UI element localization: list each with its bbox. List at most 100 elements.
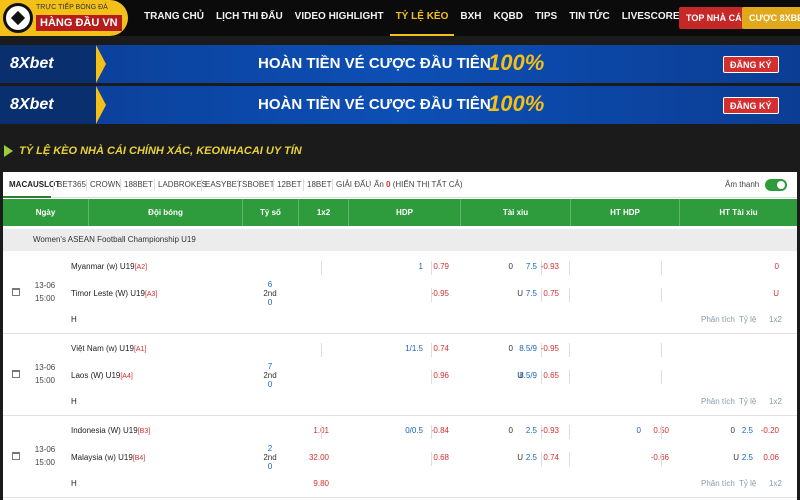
match-datetime: 13-06 15:00 (30, 443, 60, 469)
menu-item-results[interactable]: KQBD (488, 0, 529, 36)
register-button[interactable]: ĐĂNG KÝ (723, 97, 779, 114)
main-menu: TRANG CHỦ LỊCH THI ĐẤU VIDEO HIGHLIGHT T… (138, 0, 764, 36)
sound-toggle[interactable] (765, 179, 787, 191)
ht-ou-odds-under[interactable]: U (755, 289, 779, 298)
match-datetime: 13-06 15:00 (30, 361, 60, 387)
hdp-odds-away[interactable]: 0.96 (423, 371, 449, 380)
site-logo[interactable]: TRỰC TIẾP BÓNG ĐÁ HÀNG ĐẦU VN (0, 0, 128, 36)
match-time: 15:00 (34, 458, 56, 467)
menu-item-home[interactable]: TRANG CHỦ (138, 0, 210, 36)
ou-odds-under[interactable]: 0.65 (533, 371, 559, 380)
tab-18bet[interactable]: 18BET (307, 172, 331, 198)
logo-title: HÀNG ĐẦU VN (36, 15, 122, 31)
hdp-odds-home[interactable]: 0.74 (423, 344, 449, 353)
ou-odds-over[interactable]: -0.93 (533, 262, 559, 271)
ht-ou-odds-under[interactable]: 0.06 (755, 453, 779, 462)
odds-link[interactable]: Tỷ lệ (739, 315, 756, 324)
odds-2[interactable]: 32.00 (303, 453, 329, 462)
home-score: 6 (267, 280, 273, 289)
col-1x2: 1x2 (299, 199, 349, 226)
home-rank: [A2] (134, 264, 148, 271)
menu-item-tips[interactable]: TIPS (529, 0, 563, 36)
play-arrow-icon (4, 145, 13, 157)
ou-odds-over[interactable]: -0.93 (533, 426, 559, 435)
away-rank: [B4] (132, 455, 146, 462)
delete-icon[interactable] (12, 452, 20, 460)
away-team[interactable]: Laos (W) U19[A4] (71, 371, 133, 380)
promo-banner-2[interactable]: 8Xbet HOÀN TIỀN VÉ CƯỢC ĐẦU TIÊN 100% ĐĂ… (0, 86, 800, 124)
ou-odds-over[interactable]: -0.95 (533, 344, 559, 353)
page-heading: TỶ LỆ KÈO NHÀ CÁI CHÍNH XÁC, KEONHACAI U… (4, 142, 302, 160)
register-button[interactable]: ĐĂNG KÝ (723, 56, 779, 73)
top-bookmaker-button[interactable]: TOP NHÀ CÁI (679, 7, 752, 29)
hdp-odds-away[interactable]: 0.68 (423, 453, 449, 462)
match-datetime: 13-06 15:00 (30, 279, 60, 305)
match-period: 2nd (263, 371, 277, 380)
odds-link[interactable]: Tỷ lệ (739, 397, 756, 406)
ht-hdp-line: 0 (636, 426, 641, 435)
menu-item-news[interactable]: TIN TỨC (563, 0, 616, 36)
tab-easybet[interactable]: EASYBET (205, 172, 242, 198)
odds-x[interactable]: 9.80 (303, 479, 329, 488)
home-team[interactable]: Việt Nam (w) U19[A1] (71, 344, 146, 353)
tab-leagues[interactable]: GIẢI ĐẤU (336, 172, 371, 198)
match-date: 13-06 (34, 281, 56, 290)
analysis-link[interactable]: Phân tích (701, 315, 735, 324)
hdp-odds-home[interactable]: -0.84 (423, 426, 449, 435)
1x2-link[interactable]: 1x2 (769, 479, 782, 488)
live-score: 2 2nd 0 (255, 444, 285, 471)
menu-item-schedule[interactable]: LỊCH THI ĐẤU (210, 0, 289, 36)
sound-label: Âm thanh (725, 180, 760, 189)
match-date: 13-06 (34, 445, 56, 454)
tab-ladbrokes[interactable]: LADBROKES (158, 172, 207, 198)
away-score: 0 (267, 298, 273, 307)
ht-hdp-odds-away[interactable]: -0.66 (643, 453, 669, 462)
ht-hdp-odds-home[interactable]: 0.50 (643, 426, 669, 435)
away-team[interactable]: Malaysia (w) U19[B4] (71, 453, 145, 462)
1x2-link[interactable]: 1x2 (769, 397, 782, 406)
hdp-odds-away[interactable]: -0.95 (423, 289, 449, 298)
menu-item-odds[interactable]: TỶ LỆ KÈO (389, 0, 455, 36)
tab-12bet[interactable]: 12BET (277, 172, 301, 198)
analysis-link[interactable]: Phân tích (701, 397, 735, 406)
banner-text: HOÀN TIỀN VÉ CƯỢC ĐẦU TIÊN (258, 96, 491, 113)
home-team[interactable]: Myanmar (w) U19[A2] (71, 262, 147, 271)
tab-bet365[interactable]: BET365 (57, 172, 86, 198)
col-teams: Đội bóng (89, 199, 243, 226)
show-all-link[interactable]: (HIỂN THỊ TẤT CẢ) (393, 180, 463, 189)
banner-percent: 100% (488, 50, 545, 75)
ou-odds-under[interactable]: 0.74 (533, 453, 559, 462)
banner-brand: 8Xbet (0, 45, 106, 83)
delete-icon[interactable] (12, 288, 20, 296)
live-score: 6 2nd 0 (255, 280, 285, 307)
delete-icon[interactable] (12, 370, 20, 378)
odds-1[interactable]: 1.01 (303, 426, 329, 435)
bet-8xbet-button[interactable]: CƯỢC 8XBET (742, 7, 800, 29)
tab-crown[interactable]: CROWN (90, 172, 121, 198)
hidden-matches-toggle[interactable]: Ẩn 0 (HIỂN THỊ TẤT CẢ) (374, 172, 463, 198)
home-team[interactable]: Indonesia (W) U19[B3] (71, 426, 150, 435)
match-period: 2nd (263, 453, 277, 462)
odds-link[interactable]: Tỷ lệ (739, 479, 756, 488)
away-team[interactable]: Timor Leste (W) U19[A3] (71, 289, 157, 298)
tab-188bet[interactable]: 188BET (124, 172, 153, 198)
match-time: 15:00 (34, 376, 56, 385)
ht-ou-odds-over[interactable]: 0 (755, 262, 779, 271)
menu-item-livescore[interactable]: LIVESCORE (616, 0, 686, 36)
analysis-link[interactable]: Phân tích (701, 479, 735, 488)
hidden-label: Ẩn (374, 180, 384, 189)
tab-macauslot[interactable]: MACAUSLOT (3, 172, 60, 198)
away-score: 0 (267, 380, 273, 389)
odds-panel: MACAUSLOT BET365 CROWN 188BET LADBROKES … (3, 172, 797, 500)
1x2-link[interactable]: 1x2 (769, 315, 782, 324)
hdp-odds-home[interactable]: 0.79 (423, 262, 449, 271)
menu-item-highlight[interactable]: VIDEO HIGHLIGHT (289, 0, 390, 36)
banner-brand: 8Xbet (0, 86, 106, 124)
col-over-under: Tài xỉu (461, 199, 571, 226)
ou-odds-under[interactable]: 0.75 (533, 289, 559, 298)
tab-sbobet[interactable]: SBOBET (242, 172, 274, 198)
menu-item-standings[interactable]: BXH (454, 0, 487, 36)
ht-ou-odds-over[interactable]: -0.20 (755, 426, 779, 435)
away-score: 0 (267, 462, 273, 471)
promo-banner-1[interactable]: 8Xbet HOÀN TIỀN VÉ CƯỢC ĐẦU TIÊN 100% ĐĂ… (0, 45, 800, 83)
